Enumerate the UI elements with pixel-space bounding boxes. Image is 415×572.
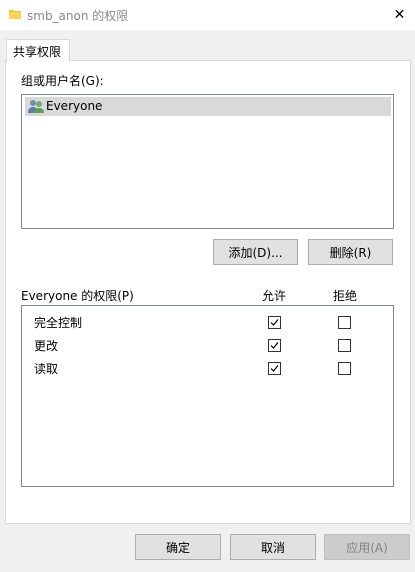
users-group-icon xyxy=(28,99,45,114)
tab-label: 共享权限 xyxy=(13,45,62,59)
deny-checkbox[interactable] xyxy=(338,362,351,375)
title-bar: smb_anon 的权限 ✕ xyxy=(0,0,415,30)
permission-row: 更改 xyxy=(22,334,393,357)
cancel-button[interactable]: 取消 xyxy=(230,534,316,560)
close-icon: ✕ xyxy=(393,7,406,23)
list-item[interactable]: Everyone xyxy=(25,97,391,116)
close-button[interactable]: ✕ xyxy=(384,0,415,30)
ok-button[interactable]: 确定 xyxy=(135,534,221,560)
permission-row: 读取 xyxy=(22,357,393,380)
remove-button-label: 删除(R) xyxy=(329,245,372,260)
permission-row: 完全控制 xyxy=(22,311,393,334)
tab-share-permissions[interactable]: 共享权限 xyxy=(6,39,70,62)
folder-icon xyxy=(9,8,21,20)
permission-name: 读取 xyxy=(34,362,59,376)
allow-header: 允许 xyxy=(262,289,287,303)
deny-checkbox[interactable] xyxy=(338,339,351,352)
permissions-listbox[interactable]: 完全控制 更改 读取 xyxy=(21,305,394,487)
deny-header: 拒绝 xyxy=(333,289,358,303)
allow-checkbox[interactable] xyxy=(268,316,281,329)
allow-checkbox[interactable] xyxy=(268,339,281,352)
cancel-button-label: 取消 xyxy=(260,540,285,555)
permissions-label: Everyone 的权限(P) xyxy=(21,289,134,303)
users-listbox[interactable]: Everyone xyxy=(21,94,394,229)
add-button-label: 添加(D)... xyxy=(228,245,283,260)
permission-name: 更改 xyxy=(34,339,59,353)
allow-checkbox[interactable] xyxy=(268,362,281,375)
apply-button[interactable]: 应用(A) xyxy=(324,534,410,560)
deny-checkbox[interactable] xyxy=(338,316,351,329)
window-title: smb_anon 的权限 xyxy=(27,9,129,23)
add-button[interactable]: 添加(D)... xyxy=(213,239,298,265)
apply-button-label: 应用(A) xyxy=(346,540,388,555)
users-label: 组或用户名(G): xyxy=(21,74,104,88)
list-item-label: Everyone xyxy=(46,99,103,113)
remove-button[interactable]: 删除(R) xyxy=(308,239,393,265)
ok-button-label: 确定 xyxy=(165,540,190,555)
permission-name: 完全控制 xyxy=(34,316,83,330)
